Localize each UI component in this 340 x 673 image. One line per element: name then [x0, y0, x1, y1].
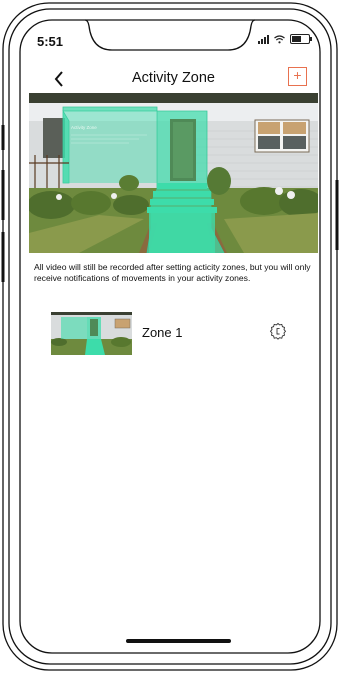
page-title: Activity Zone	[132, 70, 215, 86]
zone-settings-button[interactable]	[269, 322, 287, 342]
zone-list-item[interactable]: Zone 1	[29, 312, 318, 358]
nav-bar: Activity Zone +	[29, 66, 318, 92]
zone-label: Zone 1	[142, 325, 183, 340]
home-indicator[interactable]	[126, 639, 231, 643]
camera-preview[interactable]: Activity Zone	[29, 93, 318, 253]
zone-thumbnail	[51, 312, 132, 355]
status-icons	[258, 34, 312, 44]
info-text: All video will still be recorded after s…	[34, 262, 311, 284]
battery-icon	[290, 34, 312, 44]
status-bar: 5:51	[29, 28, 318, 58]
signal-icon	[258, 34, 269, 44]
camera-overlay-title: Activity Zone	[71, 125, 97, 130]
add-zone-button[interactable]: +	[288, 67, 307, 86]
wifi-icon	[274, 34, 285, 43]
screen: 5:51 Activity Zone + Activity Zone All v…	[29, 28, 318, 644]
status-time: 5:51	[37, 34, 64, 49]
gear-icon	[269, 322, 287, 340]
